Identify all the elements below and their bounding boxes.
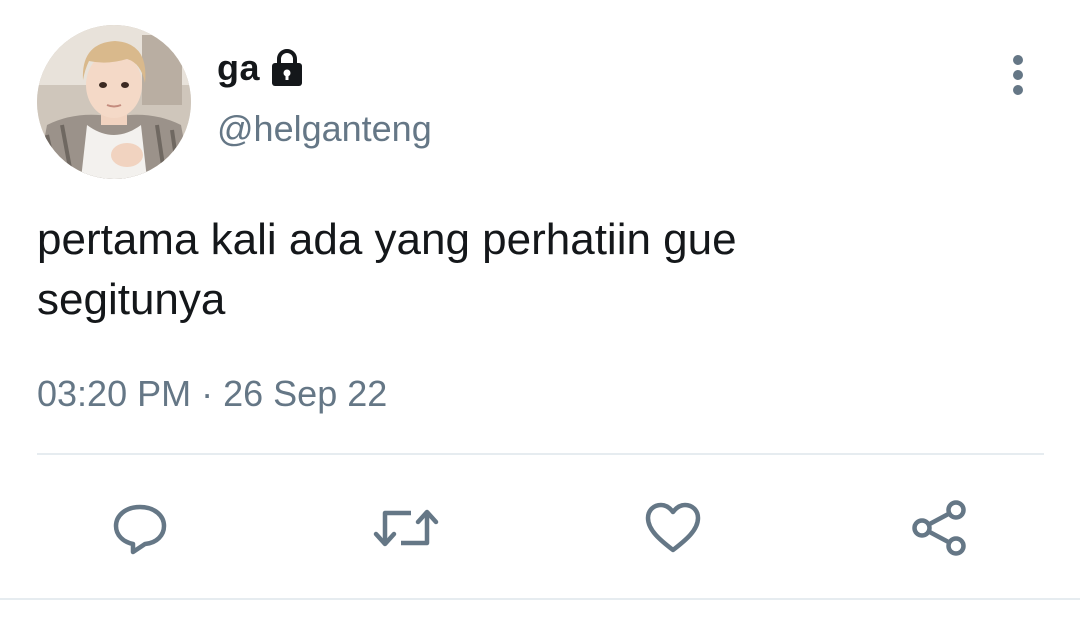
divider	[0, 598, 1080, 600]
avatar[interactable]	[37, 25, 191, 179]
more-options-icon[interactable]	[998, 52, 1038, 98]
like-button[interactable]	[638, 493, 708, 563]
display-name-row: ga	[217, 42, 304, 94]
speech-bubble-icon	[113, 504, 167, 555]
retweet-button[interactable]	[371, 493, 441, 563]
action-bar	[0, 493, 1080, 563]
lock-icon	[270, 48, 304, 88]
avatar-photo	[37, 25, 191, 179]
retweet-icon	[373, 509, 439, 547]
divider	[37, 453, 1044, 455]
tweet-text: pertama kali ada yang perhatiin gue segi…	[37, 210, 1037, 330]
tweet-timestamp[interactable]: 03:20 PM · 26 Sep 22	[37, 373, 387, 415]
reply-button[interactable]	[105, 493, 175, 563]
tweet-date: 26 Sep 22	[223, 373, 388, 414]
user-handle[interactable]: @helganteng	[217, 108, 432, 150]
timestamp-separator: ·	[201, 373, 214, 414]
tweet-text-line: pertama kali ada yang perhatiin gue	[37, 215, 737, 264]
tweet-card: ga @helganteng pertama kali ada yang per…	[0, 0, 1080, 618]
tweet-time: 03:20 PM	[37, 373, 192, 414]
share-icon	[912, 500, 966, 556]
tweet-text-line: segitunya	[37, 275, 226, 324]
heart-icon	[645, 502, 701, 553]
display-name[interactable]: ga	[217, 47, 260, 89]
share-button[interactable]	[904, 493, 974, 563]
